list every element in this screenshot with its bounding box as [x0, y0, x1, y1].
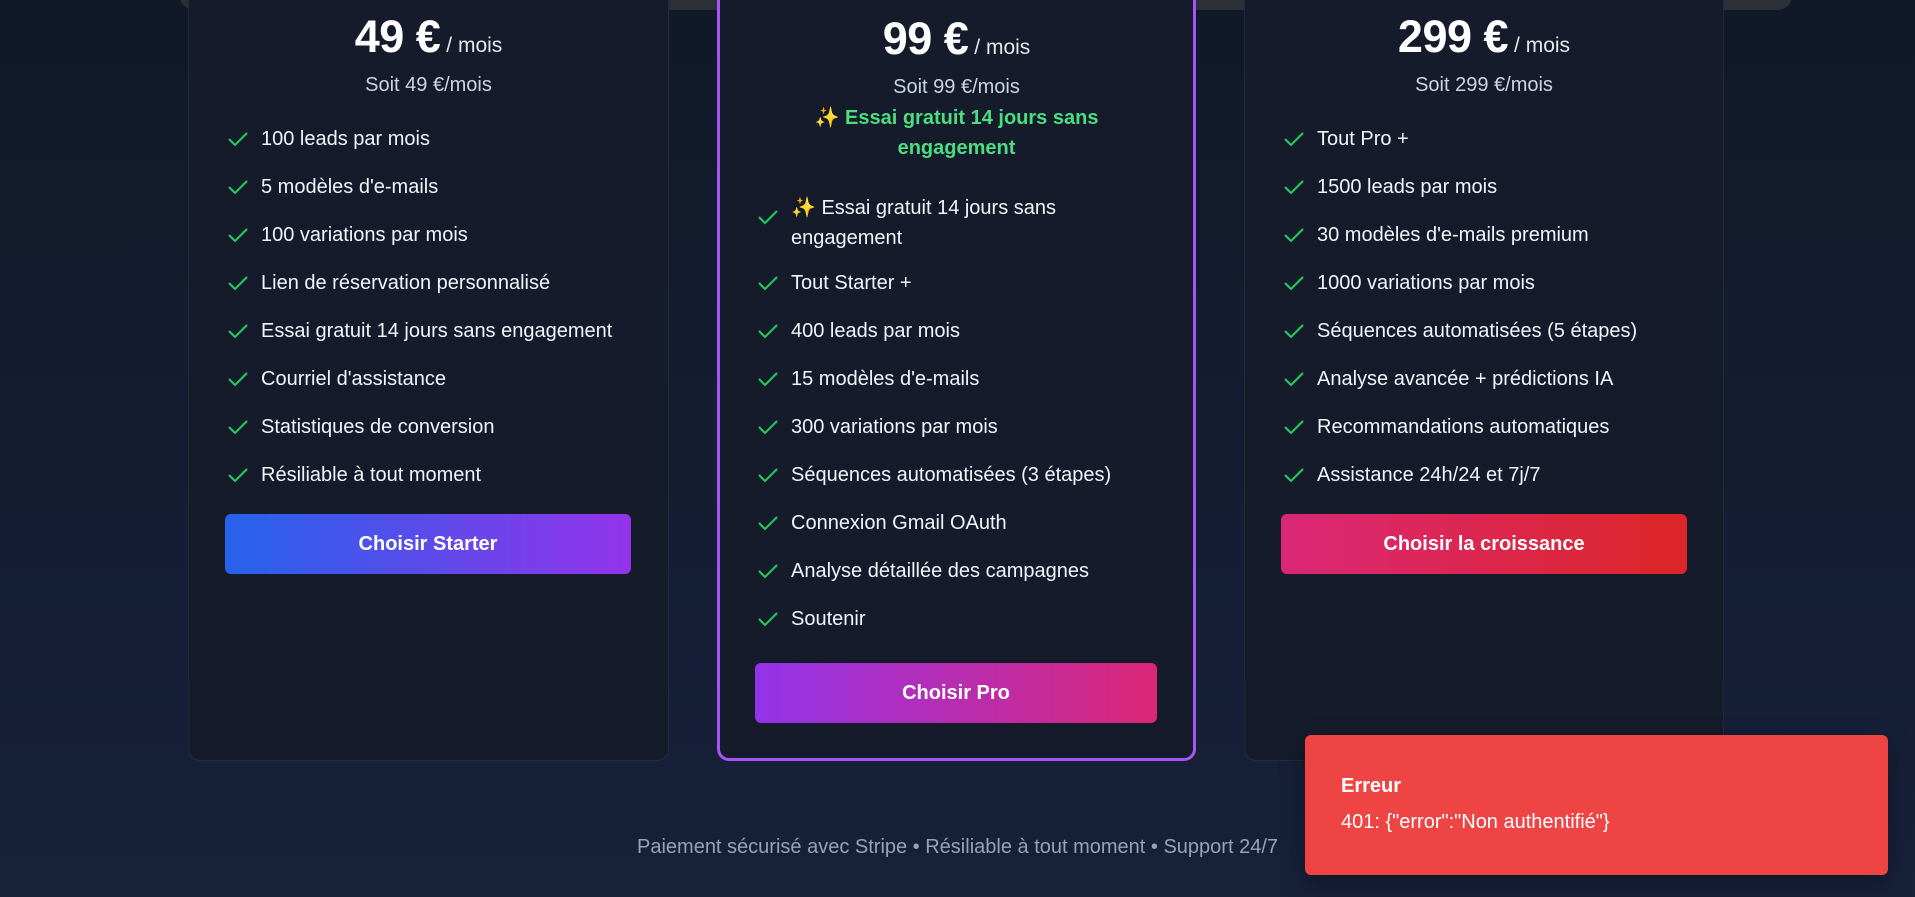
price-row: 99 € / mois	[720, 13, 1193, 65]
feature-item: Essai gratuit 14 jours sans engagement	[227, 319, 612, 367]
feature-item: Soutenir	[757, 607, 1111, 655]
trial-banner: ✨ Essai gratuit 14 jours sans engagement	[720, 103, 1193, 163]
feature-item: Séquences automatisées (5 étapes)	[1283, 319, 1637, 367]
feature-item: Courriel d'assistance	[227, 367, 612, 415]
feature-item: 30 modèles d'e-mails premium	[1283, 223, 1637, 271]
plan-card-starter: 49 € / mois Soit 49 €/mois 100 leads par …	[188, 0, 669, 761]
feature-item: 100 variations par mois	[227, 223, 612, 271]
price: 299 €	[1397, 11, 1509, 62]
check-icon	[758, 612, 778, 627]
feature-item: Lien de réservation personnalisé	[227, 271, 612, 319]
toast-title: Erreur	[1341, 775, 1402, 797]
check-icon	[228, 228, 248, 243]
price-subtitle: Soit 299 €/mois	[1415, 74, 1553, 96]
choose-pro-button[interactable]: Choisir Pro	[755, 663, 1157, 723]
choose-starter-button[interactable]: Choisir Starter	[225, 514, 631, 574]
check-icon	[1284, 468, 1304, 483]
check-icon	[758, 210, 778, 225]
feature-list: Tout Pro + 1500 leads par mois 30 modèle…	[1283, 127, 1637, 511]
check-icon	[758, 324, 778, 339]
feature-item: 15 modèles d'e-mails	[757, 367, 1111, 415]
feature-item: Assistance 24h/24 et 7j/7	[1283, 463, 1637, 511]
feature-item: Séquences automatisées (3 étapes)	[757, 463, 1111, 511]
plan-card-growth: 299 € / mois Soit 299 €/mois Tout Pro + 1…	[1244, 0, 1724, 761]
feature-item: Résiliable à tout moment	[227, 463, 612, 511]
check-icon	[228, 180, 248, 195]
price-subtitle: Soit 49 €/mois	[365, 74, 492, 96]
trial-banner-line: engagement	[897, 137, 1016, 159]
feature-item: 1000 variations par mois	[1283, 271, 1637, 319]
price: 99 €	[882, 13, 969, 64]
feature-item: Tout Starter +	[757, 271, 1111, 319]
feature-item: 1500 leads par mois	[1283, 175, 1637, 223]
price-period: / mois	[974, 36, 1031, 59]
price-row: 49 € / mois	[189, 11, 668, 63]
check-icon	[758, 564, 778, 579]
feature-item: Connexion Gmail OAuth	[757, 511, 1111, 559]
price-period: / mois	[446, 34, 503, 57]
check-icon	[1284, 324, 1304, 339]
check-icon	[1284, 276, 1304, 291]
check-icon	[758, 420, 778, 435]
toast-message: 401: {"error":"Non authentifié"}	[1341, 811, 1610, 833]
check-icon	[1284, 180, 1304, 195]
feature-item: Statistiques de conversion	[227, 415, 612, 463]
check-icon	[228, 468, 248, 483]
feature-item: 100 leads par mois	[227, 127, 612, 175]
check-icon	[758, 468, 778, 483]
price-period: / mois	[1514, 34, 1571, 57]
feature-item: Analyse détaillée des campagnes	[757, 559, 1111, 607]
feature-item: Tout Pro +	[1283, 127, 1637, 175]
feature-list: ✨ Essai gratuit 14 jours sans engagement …	[757, 196, 1111, 655]
feature-item: 400 leads par mois	[757, 319, 1111, 367]
feature-item: 300 variations par mois	[757, 415, 1111, 463]
check-icon	[758, 276, 778, 291]
error-toast[interactable]: Erreur 401: {"error":"Non authentifié"}	[1305, 735, 1888, 875]
choose-growth-button[interactable]: Choisir la croissance	[1281, 514, 1687, 574]
check-icon	[228, 132, 248, 147]
price-row: 299 € / mois	[1245, 11, 1723, 63]
check-icon	[228, 276, 248, 291]
feature-item: ✨ Essai gratuit 14 jours sans engagement	[757, 193, 1111, 271]
check-icon	[1284, 372, 1304, 387]
check-icon	[1284, 228, 1304, 243]
feature-item: 5 modèles d'e-mails	[227, 175, 612, 223]
plan-card-pro: 99 € / mois Soit 99 €/mois ✨ Essai gratui…	[717, 0, 1196, 761]
feature-item: Analyse avancée + prédictions IA	[1283, 367, 1637, 415]
check-icon	[228, 324, 248, 339]
check-icon	[758, 516, 778, 531]
feature-list: 100 leads par mois 5 modèles d'e-mails 1…	[227, 127, 612, 511]
check-icon	[758, 372, 778, 387]
check-icon	[1284, 420, 1304, 435]
check-icon	[228, 372, 248, 387]
price: 49 €	[354, 11, 441, 62]
price-subtitle: Soit 99 €/mois	[893, 76, 1020, 98]
feature-item: Recommandations automatiques	[1283, 415, 1637, 463]
check-icon	[1284, 132, 1304, 147]
check-icon	[228, 420, 248, 435]
trial-banner-line: ✨ Essai gratuit 14 jours sans	[814, 107, 1099, 129]
